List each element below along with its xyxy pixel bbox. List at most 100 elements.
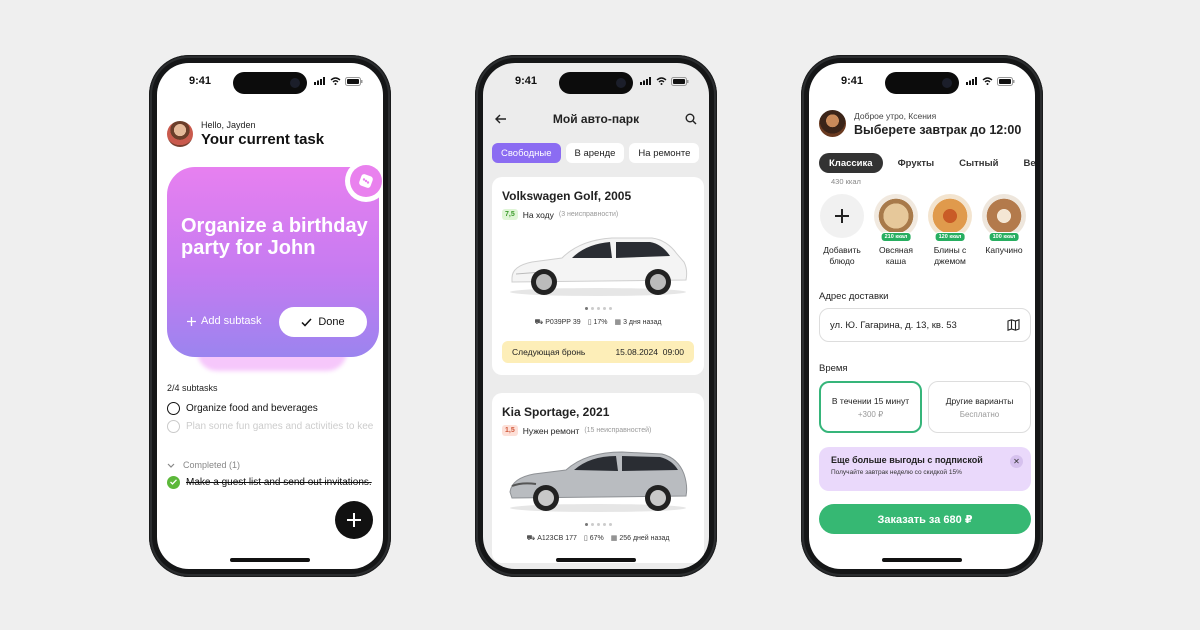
next-booking[interactable]: Следующая бронь 15.08.2024 09:00: [502, 341, 694, 363]
chevron-down-icon: [167, 463, 175, 468]
completed-toggle[interactable]: Completed (1): [167, 457, 373, 473]
status-time: 9:41: [515, 75, 538, 87]
kcal-badge: 120 ккал: [934, 232, 966, 242]
wifi-icon: [656, 77, 667, 85]
food-item[interactable]: 210 ккал Овсяная каша: [873, 194, 919, 267]
add-task-button[interactable]: [335, 501, 373, 539]
car-status: Нужен ремонт: [522, 425, 580, 436]
todo-text: Plan some fun games and activities to ke…: [186, 420, 373, 432]
nav-bar: Мой авто-парк: [483, 109, 709, 129]
chip-free[interactable]: Свободные: [492, 143, 561, 163]
list-item[interactable]: Make a guest list and send out invitatio…: [167, 473, 373, 491]
oatmeal-image: 210 ккал: [874, 194, 918, 242]
checked-checkbox[interactable]: [167, 475, 180, 489]
option-price: Бесплатно: [959, 409, 1000, 419]
checkbox[interactable]: [167, 419, 180, 433]
chip-rented[interactable]: В аренде: [565, 143, 625, 163]
car-card[interactable]: Volkswagen Golf, 2005 7,5 На ходу (3 неи…: [492, 177, 704, 375]
tab-hearty[interactable]: Сытный: [949, 153, 1008, 173]
car-name: Volkswagen Golf, 2005: [502, 189, 632, 203]
subtask-list: 2/4 subtasks Organize food and beverages…: [167, 383, 373, 491]
avatar[interactable]: [819, 110, 846, 137]
done-button[interactable]: Done: [279, 307, 367, 337]
food-label: Овсяная каша: [879, 245, 913, 266]
page-title: Выберете завтрак до 12:00: [854, 122, 1022, 137]
checkbox[interactable]: [167, 401, 180, 415]
booking-date: 15.08.2024: [615, 347, 658, 357]
calendar-icon: ▦: [610, 535, 618, 542]
phone-breakfast-app: 9:41 Доброе утро, Ксения Выберете завтра…: [801, 55, 1043, 577]
address-value: ул. Ю. Гагарина, д. 13, кв. 53: [830, 319, 957, 331]
phone-fleet-app: 9:41 Мой авто-парк Свободные В аренде На…: [475, 55, 717, 577]
issues-note: (3 неисправности): [558, 211, 619, 218]
tab-classic[interactable]: Классика: [819, 153, 883, 173]
fuel-level: 17%: [593, 319, 608, 326]
total-kcal: 430 ккал: [831, 177, 861, 186]
carousel-dots: [502, 307, 694, 310]
fuel-level: 67%: [589, 535, 604, 542]
home-indicator: [556, 558, 636, 562]
last-used: 3 дня назад: [623, 319, 662, 326]
done-label: Done: [318, 316, 345, 328]
car-image: [509, 451, 688, 512]
greeting: Hello, Jayden: [201, 120, 256, 130]
home-indicator: [882, 558, 962, 562]
car-image: [510, 237, 688, 296]
list-item[interactable]: Organize food and beverages: [167, 399, 373, 417]
car-card[interactable]: Kia Sportage, 2021 1,5 Нужен ремонт (15 …: [492, 393, 704, 563]
plate: А123СВ 177: [537, 535, 577, 542]
battery-icon: [997, 76, 1015, 86]
car-icon: ⛟: [526, 535, 536, 542]
back-arrow-icon[interactable]: [495, 114, 507, 124]
add-subtask-label: Add subtask: [201, 315, 262, 327]
search-icon[interactable]: [685, 113, 697, 125]
status-time: 9:41: [189, 75, 212, 87]
screen: 9:41 Hello, Jayden Your current task Org…: [157, 63, 383, 569]
food-label: Блины с джемом: [933, 245, 967, 266]
check-icon: [170, 479, 177, 485]
tab-fruits[interactable]: Фрукты: [888, 153, 945, 173]
close-icon[interactable]: ✕: [1010, 455, 1023, 468]
subscription-promo[interactable]: Еще больше выгоды с подпиской Получайте …: [819, 447, 1031, 491]
current-task-card[interactable]: Organize a birthday party for John Add s…: [167, 167, 379, 357]
carousel-dots: [502, 523, 694, 526]
booking-label: Следующая бронь: [512, 347, 586, 357]
list-item[interactable]: Plan some fun games and activities to ke…: [167, 417, 373, 435]
last-used: 256 дней назад: [619, 535, 670, 542]
food-item[interactable]: 100 ккал Капучино: [981, 194, 1027, 267]
map-icon[interactable]: [1007, 319, 1020, 331]
battery-icon: [345, 76, 363, 86]
plus-icon: [187, 316, 196, 326]
filter-chips: Свободные В аренде На ремонте: [492, 143, 700, 163]
kcal-badge: 100 ккал: [988, 232, 1020, 242]
promo-title: Еще больше выгоды с подпиской: [831, 455, 983, 465]
health-score: 1,5: [502, 425, 518, 436]
avatar[interactable]: [167, 121, 193, 147]
status-time: 9:41: [841, 75, 864, 87]
time-option-other[interactable]: Другие варианты Бесплатно: [928, 381, 1031, 433]
dynamic-island: [233, 72, 307, 94]
chip-repair[interactable]: На ремонте: [629, 143, 700, 163]
car-icon: ⛟: [534, 319, 544, 326]
dynamic-island: [885, 72, 959, 94]
home-indicator: [230, 558, 310, 562]
screen: 9:41 Доброе утро, Ксения Выберете завтра…: [809, 63, 1035, 569]
time-option-fast[interactable]: В течении 15 минут +300 ₽: [819, 381, 922, 433]
food-item[interactable]: 120 ккал Блины с джемом: [927, 194, 973, 267]
health-score: 7,5: [502, 209, 518, 220]
car-name: Kia Sportage, 2021: [502, 405, 610, 419]
calendar-icon: ▦: [614, 319, 622, 326]
wifi-icon: [330, 77, 341, 85]
add-subtask-button[interactable]: Add subtask: [187, 315, 262, 327]
address-field[interactable]: ул. Ю. Гагарина, д. 13, кв. 53: [819, 308, 1031, 342]
todo-text: Organize food and beverages: [186, 402, 318, 414]
tab-vegan[interactable]: Веган: [1013, 153, 1035, 173]
random-task-button[interactable]: [350, 165, 382, 197]
signal-icon: [314, 77, 325, 85]
signal-icon: [966, 77, 977, 85]
order-button[interactable]: Заказать за 680 ₽: [819, 504, 1031, 534]
plate: Р039РР 39: [545, 319, 581, 326]
page-title: Мой авто-парк: [552, 112, 640, 126]
add-dish-button[interactable]: Добавить блюдо: [819, 194, 865, 267]
screen: 9:41 Мой авто-парк Свободные В аренде На…: [483, 63, 709, 569]
